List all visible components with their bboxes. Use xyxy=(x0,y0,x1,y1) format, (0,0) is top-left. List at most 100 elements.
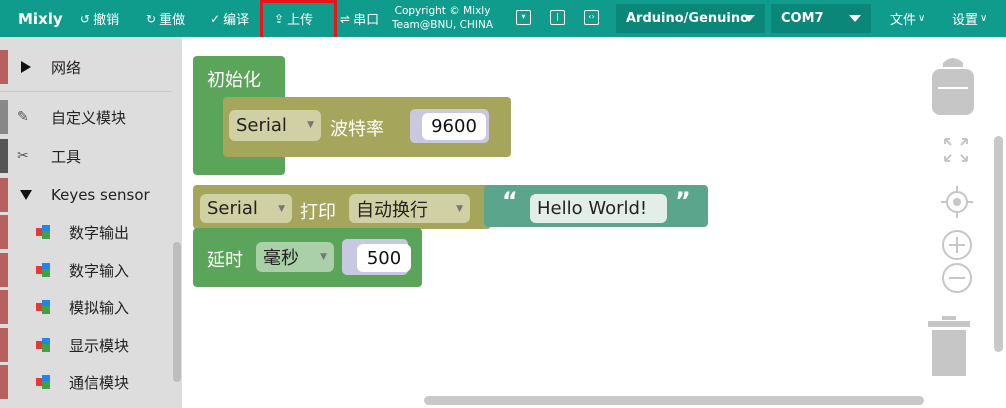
quote-open: “ xyxy=(502,187,518,215)
sidebar-item-network[interactable]: 网络 xyxy=(0,48,172,86)
compile-label: 编译 xyxy=(223,13,250,28)
backpack-icon[interactable] xyxy=(928,55,978,117)
category-color-stripe xyxy=(0,139,8,173)
tools-icon: ✂ xyxy=(17,148,29,164)
time-unit-dropdown[interactable]: 毫秒 ▼ xyxy=(256,242,334,272)
zoom-in-icon[interactable] xyxy=(940,228,974,262)
copyright-text: Copyright © Mixly Team@BNU, CHINA xyxy=(392,4,493,34)
upload-highlight-box xyxy=(260,0,337,41)
category-color-stripe xyxy=(0,365,8,399)
sidebar-item-label: 通信模块 xyxy=(69,373,130,392)
sidebar-item-label: 数字输出 xyxy=(69,223,130,242)
category-color-stripe xyxy=(0,178,8,212)
newline-dropdown[interactable]: 自动换行 ▼ xyxy=(349,194,470,223)
sidebar-item-tools[interactable]: ✂ 工具 xyxy=(0,137,172,175)
app-brand: Mixly xyxy=(18,9,63,28)
collapse-panel-icon[interactable]: ❘ xyxy=(550,10,565,25)
text-value-field[interactable]: Hello World! xyxy=(530,194,667,223)
divider xyxy=(0,91,172,92)
toolbox-sidebar: 网络 ✎ 自定义模块 ✂ 工具 Keyes sensor 数字输出 数字输入 模… xyxy=(0,37,182,408)
setup-block-label: 初始化 xyxy=(207,70,261,91)
redo-label: 重做 xyxy=(159,13,186,28)
redo-button[interactable]: ↻ 重做 xyxy=(146,0,185,37)
sidebar-item-label: Keyes sensor xyxy=(51,186,150,204)
file-menu-label: 文件 xyxy=(890,13,917,28)
sidebar-item-label: 工具 xyxy=(51,147,82,166)
sidebar-item-label: 显示模块 xyxy=(69,336,130,355)
sidebar-subitem-comm-module[interactable]: 通信模块 xyxy=(0,363,172,401)
serial-label: 串口 xyxy=(353,13,380,28)
delay-value-input[interactable]: 500 xyxy=(357,244,411,272)
undo-label: 撤销 xyxy=(93,13,120,28)
baud-rate-input[interactable]: 9600 xyxy=(422,113,486,140)
undo-icon: ↺ xyxy=(80,11,91,26)
dropdown-arrow-icon: ▼ xyxy=(456,204,463,214)
dropdown-arrow-icon: ▼ xyxy=(278,204,285,214)
sidebar-item-keyes-sensor[interactable]: Keyes sensor xyxy=(0,176,172,214)
collapse-arrow-icon xyxy=(20,190,32,200)
board-select-value: Arduino/Genuino xyxy=(626,11,750,26)
sidebar-item-label: 模拟输入 xyxy=(69,298,130,317)
category-color-stripe xyxy=(0,215,8,249)
workspace-horizontal-scrollbar[interactable] xyxy=(424,396,924,405)
module-blocks-icon xyxy=(36,225,50,239)
sidebar-subitem-display-module[interactable]: 显示模块 xyxy=(0,326,172,364)
dropdown-arrow-icon: ▼ xyxy=(320,252,327,262)
usb-icon: ⇌ xyxy=(340,11,351,26)
code-view-icon[interactable]: ‹› xyxy=(584,10,599,25)
baud-label: 波特率 xyxy=(330,119,384,140)
delay-label: 延时 xyxy=(207,250,243,271)
save-icon[interactable]: ▾ xyxy=(516,10,531,25)
serial-port-value: Serial xyxy=(236,115,287,136)
category-color-stripe xyxy=(0,290,8,324)
time-unit-value: 毫秒 xyxy=(263,248,299,269)
blocks-workspace[interactable]: 初始化 Serial ▼ 波特率 9600 Serial ▼ 打印 自动换行 ▼… xyxy=(182,37,1006,408)
sidebar-subitem-digital-output[interactable]: 数字输出 xyxy=(0,213,172,251)
top-toolbar: Mixly ↺ 撤销 ↻ 重做 ✓ 编译 ⇪ 上传 ⇌ 串口 Copyright… xyxy=(0,0,1006,41)
trash-icon[interactable] xyxy=(926,316,972,376)
newline-value: 自动换行 xyxy=(356,199,428,221)
settings-menu[interactable]: 设置 ∨ xyxy=(952,0,987,37)
sidebar-item-custom-module[interactable]: ✎ 自定义模块 xyxy=(0,98,172,136)
serial-port-dropdown[interactable]: Serial ▼ xyxy=(229,110,321,141)
category-color-stripe xyxy=(0,328,8,362)
chevron-down-icon: ∨ xyxy=(980,13,988,24)
chevron-down-icon xyxy=(849,15,861,22)
port-select[interactable]: COM7 xyxy=(771,4,871,33)
serial-port-value: Serial xyxy=(207,198,258,219)
sidebar-item-label: 数字输入 xyxy=(69,261,130,280)
copyright-line1: Copyright © Mixly xyxy=(394,5,491,17)
module-blocks-icon xyxy=(36,375,50,389)
port-select-value: COM7 xyxy=(781,11,824,26)
board-select[interactable]: Arduino/Genuino xyxy=(616,4,765,33)
check-icon: ✓ xyxy=(210,11,221,26)
quote-close: ” xyxy=(675,187,691,215)
text-value: Hello World! xyxy=(537,198,648,219)
sidebar-scrollbar[interactable] xyxy=(173,242,181,382)
file-menu[interactable]: 文件 ∨ xyxy=(890,0,925,37)
category-color-stripe xyxy=(0,253,8,287)
serial-port-dropdown[interactable]: Serial ▼ xyxy=(200,194,292,223)
workspace-vertical-scrollbar[interactable] xyxy=(994,136,1003,352)
copyright-line2: Team@BNU, CHINA xyxy=(392,19,494,31)
chevron-down-icon: ∨ xyxy=(918,13,926,24)
chevron-down-icon xyxy=(743,15,755,22)
module-blocks-icon xyxy=(36,263,50,277)
pen-icon: ✎ xyxy=(17,109,29,125)
sidebar-item-label: 自定义模块 xyxy=(51,108,127,127)
recenter-icon[interactable] xyxy=(940,185,974,219)
sidebar-subitem-analog-input[interactable]: 模拟输入 xyxy=(0,288,172,326)
sidebar-item-label: 网络 xyxy=(51,58,82,77)
settings-menu-label: 设置 xyxy=(952,13,979,28)
zoom-out-icon[interactable] xyxy=(940,261,974,295)
fullscreen-icon[interactable] xyxy=(943,137,969,163)
dropdown-arrow-icon: ▼ xyxy=(307,120,314,130)
expand-arrow-icon xyxy=(21,61,31,73)
redo-icon: ↻ xyxy=(146,11,157,26)
category-color-stripe xyxy=(0,100,8,134)
sidebar-subitem-digital-input[interactable]: 数字输入 xyxy=(0,251,172,289)
compile-button[interactable]: ✓ 编译 xyxy=(210,0,249,37)
undo-button[interactable]: ↺ 撤销 xyxy=(80,0,119,37)
category-color-stripe xyxy=(0,50,8,84)
serial-button[interactable]: ⇌ 串口 xyxy=(340,0,379,37)
